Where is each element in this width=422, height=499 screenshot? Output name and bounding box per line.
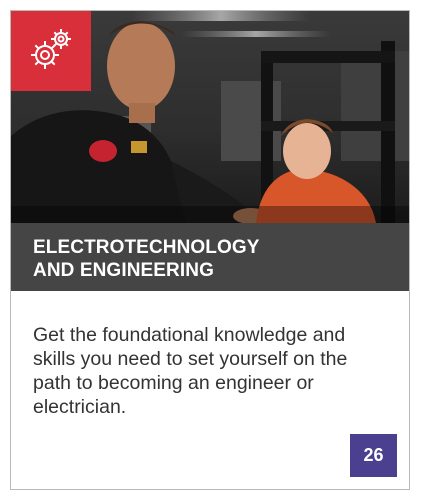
course-title-band: ELECTROTECHNOLOGY AND ENGINEERING <box>11 223 409 291</box>
course-card[interactable]: ELECTROTECHNOLOGY AND ENGINEERING Get th… <box>10 10 410 490</box>
course-description: Get the foundational knowledge and skill… <box>33 324 348 418</box>
course-title-line-2: AND ENGINEERING <box>33 260 214 281</box>
course-title-line-1: ELECTROTECHNOLOGY <box>33 237 260 258</box>
category-icon-tile <box>11 11 91 91</box>
gears-icon <box>31 29 71 69</box>
page-number-badge[interactable]: 26 <box>350 434 397 477</box>
hero-photo <box>11 11 409 223</box>
